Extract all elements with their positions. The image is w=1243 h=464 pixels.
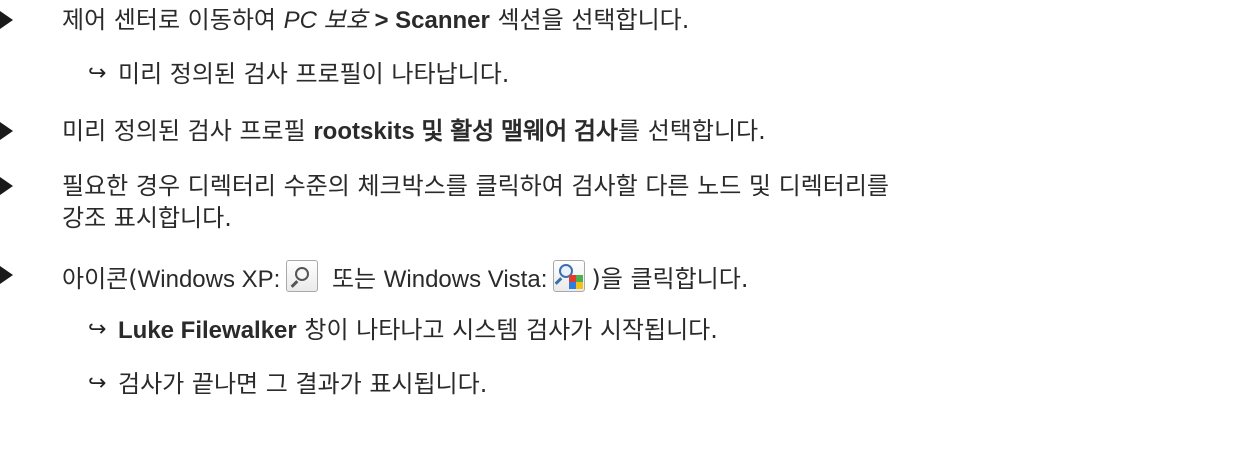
vista-magnifier-icon[interactable]	[553, 260, 586, 292]
result-arrow-icon: ↪	[88, 371, 107, 396]
pc-protection-label: PC 보호	[283, 7, 368, 34]
result-1-text: 미리 정의된 검사 프로필이 나타납니다.	[118, 60, 510, 88]
instruction-step-3: 필요한 경우 디렉터리 수준의 체크박스를 클릭하여 검사할 다른 노드 및 디…	[0, 171, 1243, 235]
bullet-arrow-icon	[0, 11, 13, 29]
magnifier-icon[interactable]	[286, 260, 319, 292]
windows-vista-label: Windows Vista:	[383, 266, 548, 293]
bullet-arrow-icon	[0, 177, 13, 195]
rootkits-profile-label: rootskits 및 활성 맬웨어 검사	[313, 118, 618, 145]
vista-quad-green	[576, 275, 584, 282]
instruction-step-4: 아이콘(Windows XP: 또는 Windows Vista: )을 클릭합니…	[0, 260, 1243, 294]
step-3-line-1: 필요한 경우 디렉터리 수준의 체크박스를 클릭하여 검사할 다른 노드 및 디…	[62, 172, 890, 200]
instruction-step-2: 미리 정의된 검사 프로필 rootskits 및 활성 맬웨어 검사를 선택합…	[0, 116, 1243, 148]
vista-quad-red	[569, 275, 577, 282]
luke-filewalker-label: Luke Filewalker	[118, 317, 297, 344]
step-3-line-2: 강조 표시합니다.	[62, 204, 232, 232]
result-3-text: 검사가 끝나면 그 결과가 표시됩니다.	[118, 370, 488, 398]
windows-xp-label: Windows XP:	[137, 266, 281, 293]
result-3: ↪ 검사가 끝나면 그 결과가 표시됩니다.	[0, 369, 1243, 401]
result-2: ↪ Luke Filewalker 창이 나타나고 시스템 검사가 시작됩니다.	[0, 315, 1243, 347]
result-2-part-b: 창이 나타나고 시스템 검사가 시작됩니다.	[296, 316, 718, 344]
step-4-text: 아이콘(Windows XP: 또는 Windows Vista: )을 클릭합니…	[62, 260, 748, 295]
step-2-part-a: 미리 정의된 검사 프로필	[62, 117, 314, 145]
bullet-arrow-icon	[0, 266, 13, 284]
scanner-label: > Scanner	[367, 7, 490, 34]
step-4-part-c: 또는	[324, 265, 384, 293]
step-1-part-d: 섹션을 선택합니다.	[489, 6, 690, 34]
bullet-arrow-icon	[0, 122, 13, 140]
result-2-text: Luke Filewalker 창이 나타나고 시스템 검사가 시작됩니다.	[118, 315, 718, 346]
result-1: ↪ 미리 정의된 검사 프로필이 나타납니다.	[0, 59, 1243, 91]
step-4-part-e: )을 클릭합니다.	[591, 265, 749, 293]
result-arrow-icon: ↪	[88, 61, 107, 86]
step-2-part-c: 를 선택합니다.	[618, 117, 766, 145]
step-1-part-a: 제어 센터로 이동하여	[62, 6, 284, 34]
instruction-step-1: 제어 센터로 이동하여 PC 보호 > Scanner 섹션을 선택합니다.	[0, 5, 1243, 37]
step-2-text: 미리 정의된 검사 프로필 rootskits 및 활성 맬웨어 검사를 선택합…	[62, 116, 766, 147]
step-4-part-a: 아이콘(	[62, 265, 138, 293]
result-arrow-icon: ↪	[88, 317, 107, 342]
vista-quad-blue	[569, 282, 577, 289]
vista-quad-yellow	[576, 282, 584, 289]
step-1-text: 제어 센터로 이동하여 PC 보호 > Scanner 섹션을 선택합니다.	[62, 5, 689, 36]
